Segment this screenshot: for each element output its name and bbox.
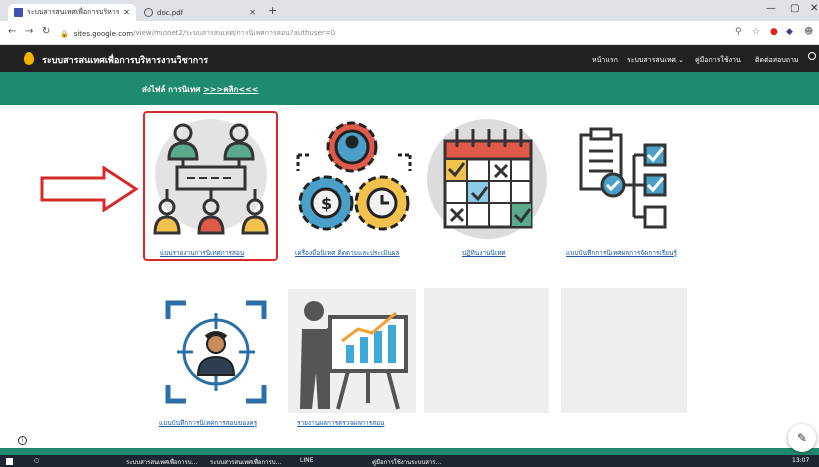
highlight-box	[143, 111, 278, 261]
taskbar-item[interactable]: LINE	[300, 457, 313, 464]
card-gears[interactable]: $	[290, 117, 418, 241]
maximize-icon[interactable]: ▢	[790, 3, 799, 14]
footer-bar	[0, 448, 819, 455]
windows-start-icon[interactable]	[6, 458, 13, 465]
site-logo-icon[interactable]	[24, 52, 34, 65]
taskbar-item[interactable]: ระบบสารสนเทศเพื่อการบ...	[210, 457, 281, 467]
banner-prefix: ส่งไฟล์ การนิเทศ	[142, 85, 204, 94]
svg-text:$: $	[321, 194, 332, 213]
card-caption[interactable]: แบบบันทึกการนิเทศการสอนของครู	[159, 418, 257, 428]
search-icon[interactable]	[808, 52, 816, 60]
site-header: ระบบสารสนเทศเพื่อการบริหารงานวิชาการ หน้…	[0, 45, 819, 72]
card-caption[interactable]: รายงานผลการตรวจผลการสอน	[297, 418, 384, 428]
bookmark-star-icon[interactable]: ☆	[752, 27, 760, 37]
site-title[interactable]: ระบบสารสนเทศเพื่อการบริหารงานวิชาการ	[42, 53, 208, 67]
card-presentation[interactable]	[288, 289, 416, 413]
globe-icon	[144, 8, 153, 17]
search-icon[interactable]: ○	[34, 457, 39, 464]
banner-link[interactable]: >>>คลิก<<<	[203, 85, 258, 94]
banner	[0, 72, 819, 105]
tab-inactive[interactable]: doc.pdf ✕	[138, 4, 262, 21]
card-caption[interactable]: แบบรายงานการนิเทศการสอน	[160, 248, 244, 258]
red-arrow-annotation	[40, 166, 139, 212]
tab-strip: ระบบสารสนเทศเพื่อการบริหารงานวิชาการ ✕ d…	[0, 0, 819, 21]
checklist-icon	[579, 127, 667, 229]
opera-icon[interactable]: ●	[770, 27, 778, 37]
extension-icon[interactable]: ◆	[786, 27, 793, 37]
new-tab-icon[interactable]: +	[268, 4, 277, 17]
url-path: /view/mionet2/ระบบสารสนเทศ/การนิเทศการสอ…	[133, 29, 336, 37]
lock-icon: 🔒	[60, 29, 69, 38]
nav-info-system[interactable]: ระบบสารสนเทศ ⌄	[627, 55, 684, 66]
banner-text: ส่งไฟล์ การนิเทศ >>>คลิก<<<	[142, 83, 258, 96]
taskbar: ○ ระบบสารสนเทศเพื่อการบ... ระบบสารสนเทศเ…	[0, 455, 819, 467]
presentation-icon	[288, 289, 416, 413]
nav-contact[interactable]: ติดต่อสอบถาม	[755, 55, 799, 66]
card-caption[interactable]: เครื่องมือนิเทศ ติดตามและประเมินผล	[295, 248, 400, 258]
profile-avatar-icon[interactable]: ☻	[804, 27, 813, 37]
taskbar-item[interactable]: คู่มือการใช้งานระบบสาร...	[372, 457, 441, 467]
window-close-icon[interactable]: ✕	[810, 3, 818, 14]
nav-manual[interactable]: คู่มือการใช้งาน	[695, 55, 741, 66]
browser-window: ระบบสารสนเทศเพื่อการบริหารงานวิชาการ ✕ d…	[0, 0, 819, 467]
calendar-icon	[427, 119, 547, 239]
reload-icon[interactable]: ↻	[42, 26, 50, 37]
nav-home[interactable]: หน้าแรก	[592, 55, 618, 66]
card-target-person[interactable]	[152, 289, 280, 413]
info-icon[interactable]: i	[18, 436, 27, 445]
forward-icon[interactable]: →	[25, 26, 33, 37]
url-host: sites.google.com	[73, 29, 134, 38]
taskbar-item[interactable]: ระบบสารสนเทศเพื่อการบ...	[126, 457, 197, 467]
gears-person-icon: $	[296, 121, 412, 231]
close-icon[interactable]: ✕	[123, 8, 130, 17]
edit-pencil-icon[interactable]: ✎	[788, 424, 816, 452]
zoom-icon[interactable]: ⚲	[735, 27, 742, 37]
close-icon[interactable]: ✕	[249, 8, 256, 17]
empty-image-placeholder	[561, 288, 687, 413]
card-caption[interactable]: ปฏิทินงานนิเทศ	[462, 248, 506, 258]
card-calendar[interactable]	[423, 117, 551, 241]
tab-active[interactable]: ระบบสารสนเทศเพื่อการบริหารงานวิชาการ ✕	[8, 4, 136, 21]
target-person-icon	[165, 300, 267, 404]
card-checklist[interactable]	[561, 117, 689, 241]
clock[interactable]: 13:07	[792, 457, 809, 464]
url-field[interactable]: 🔒 sites.google.com /view/mionet2/ระบบสาร…	[60, 26, 700, 41]
card-caption[interactable]: แบบบันทึกการนิเทศผลการจัดการเรียนรู้	[566, 248, 677, 258]
address-bar-row: ← → ↻ 🔒 sites.google.com /view/mionet2/ร…	[0, 21, 819, 45]
tab-title: doc.pdf	[157, 8, 184, 17]
minimize-icon[interactable]: —	[766, 3, 776, 14]
back-icon[interactable]: ←	[8, 26, 16, 37]
google-sites-icon	[14, 8, 23, 17]
tab-title: ระบบสารสนเทศเพื่อการบริหารงานวิชาการ	[27, 8, 120, 16]
empty-image-placeholder	[424, 288, 549, 413]
